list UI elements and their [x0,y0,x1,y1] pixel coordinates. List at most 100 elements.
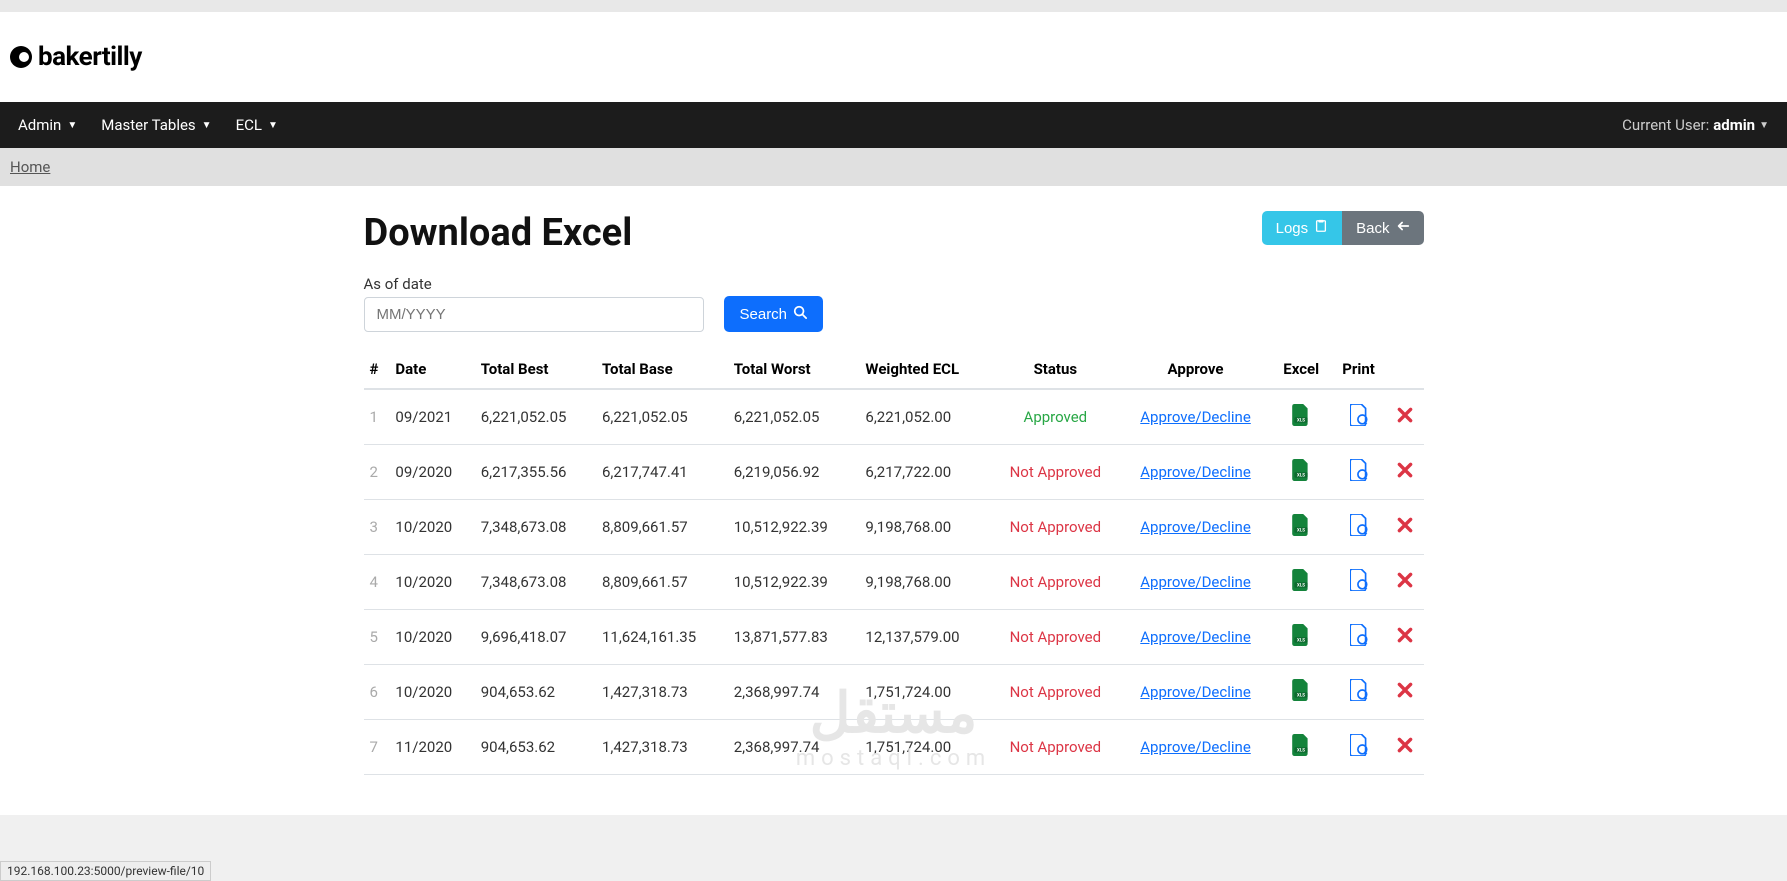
svg-text:XLS: XLS [1297,584,1305,589]
th-worst: Total Worst [728,350,860,389]
delete-icon[interactable] [1396,632,1414,650]
svg-text:XLS: XLS [1297,749,1305,754]
breadcrumb-bar: Home [0,148,1787,186]
cell-best: 9,696,418.07 [475,610,596,665]
print-preview-icon[interactable] [1350,412,1368,430]
table-row: 410/20207,348,673.088,809,661.5710,512,9… [364,555,1424,610]
back-button[interactable]: Back [1342,211,1423,245]
nav-label: Master Tables [101,116,195,134]
top-strip [0,0,1787,12]
th-base: Total Base [596,350,728,389]
svg-text:XLS: XLS [1297,694,1305,699]
cell-wecl: 1,751,724.00 [859,665,991,720]
delete-icon[interactable] [1396,577,1414,595]
date-label: As of date [364,275,704,293]
brand-logo: bakertilly [10,42,142,72]
cell-best: 6,217,355.56 [475,445,596,500]
data-table: # Date Total Best Total Base Total Worst… [364,350,1424,775]
delete-icon[interactable] [1396,412,1414,430]
cell-base: 1,427,318.73 [596,665,728,720]
date-input[interactable] [364,297,704,332]
cell-best: 904,653.62 [475,720,596,775]
cell-status: Not Approved [991,610,1119,665]
cell-base: 8,809,661.57 [596,500,728,555]
cell-best: 7,348,673.08 [475,500,596,555]
search-icon [793,305,807,323]
approve-decline-link[interactable]: Approve/Decline [1140,628,1251,646]
chevron-down-icon: ▼ [1759,120,1769,131]
browser-status-bar: 192.168.100.23:5000/preview-file/10 [0,861,211,881]
approve-decline-link[interactable]: Approve/Decline [1140,683,1251,701]
approve-decline-link[interactable]: Approve/Decline [1140,738,1251,756]
th-print: Print [1331,350,1386,389]
print-preview-icon[interactable] [1350,522,1368,540]
excel-download-icon[interactable]: XLS [1292,687,1310,705]
cell-wecl: 12,137,579.00 [859,610,991,665]
back-label: Back [1356,220,1389,237]
delete-icon[interactable] [1396,467,1414,485]
cell-best: 6,221,052.05 [475,389,596,445]
cell-base: 6,217,747.41 [596,445,728,500]
cell-status: Not Approved [991,445,1119,500]
current-user-name: admin [1713,116,1755,134]
breadcrumb-home[interactable]: Home [10,158,50,176]
cell-status: Approved [991,389,1119,445]
cell-date: 10/2020 [389,610,474,665]
svg-text:XLS: XLS [1297,474,1305,479]
chevron-down-icon: ▼ [67,120,77,131]
th-idx: # [364,350,390,389]
nav-item-ecl[interactable]: ECL ▼ [236,116,278,134]
approve-decline-link[interactable]: Approve/Decline [1140,573,1251,591]
cell-date: 09/2021 [389,389,474,445]
cell-worst: 13,871,577.83 [728,610,860,665]
nav-right[interactable]: Current User: admin ▼ [1622,116,1769,134]
table-row: 510/20209,696,418.0711,624,161.3513,871,… [364,610,1424,665]
current-user-label: Current User: [1622,116,1709,134]
logo-mark-icon [10,46,32,68]
th-date: Date [389,350,474,389]
cell-worst: 10,512,922.39 [728,500,860,555]
print-preview-icon[interactable] [1350,577,1368,595]
delete-icon[interactable] [1396,742,1414,760]
cell-wecl: 9,198,768.00 [859,500,991,555]
cell-wecl: 6,221,052.00 [859,389,991,445]
excel-download-icon[interactable]: XLS [1292,412,1310,430]
table-row: 711/2020904,653.621,427,318.732,368,997.… [364,720,1424,775]
nav-item-master-tables[interactable]: Master Tables ▼ [101,116,211,134]
search-button[interactable]: Search [724,296,824,332]
cell-worst: 10,512,922.39 [728,555,860,610]
nav-label: Admin [18,116,61,134]
print-preview-icon[interactable] [1350,467,1368,485]
cell-idx: 4 [364,555,390,610]
cell-base: 6,221,052.05 [596,389,728,445]
approve-decline-link[interactable]: Approve/Decline [1140,408,1251,426]
th-status: Status [991,350,1119,389]
cell-idx: 2 [364,445,390,500]
excel-download-icon[interactable]: XLS [1292,522,1310,540]
cell-worst: 6,219,056.92 [728,445,860,500]
cell-date: 10/2020 [389,500,474,555]
excel-download-icon[interactable]: XLS [1292,467,1310,485]
logo-text: bakertilly [38,42,142,72]
svg-text:XLS: XLS [1297,639,1305,644]
excel-download-icon[interactable]: XLS [1292,742,1310,760]
cell-date: 09/2020 [389,445,474,500]
excel-download-icon[interactable]: XLS [1292,577,1310,595]
print-preview-icon[interactable] [1350,687,1368,705]
logs-label: Logs [1276,220,1309,237]
approve-decline-link[interactable]: Approve/Decline [1140,463,1251,481]
nav-label: ECL [236,116,262,134]
approve-decline-link[interactable]: Approve/Decline [1140,518,1251,536]
delete-icon[interactable] [1396,522,1414,540]
nav-item-admin[interactable]: Admin ▼ [18,116,77,134]
delete-icon[interactable] [1396,687,1414,705]
table-row: 109/20216,221,052.056,221,052.056,221,05… [364,389,1424,445]
cell-worst: 6,221,052.05 [728,389,860,445]
th-wecl: Weighted ECL [859,350,991,389]
logs-button[interactable]: Logs [1262,211,1343,245]
print-preview-icon[interactable] [1350,632,1368,650]
excel-download-icon[interactable]: XLS [1292,632,1310,650]
print-preview-icon[interactable] [1350,742,1368,760]
cell-status: Not Approved [991,665,1119,720]
cell-idx: 6 [364,665,390,720]
